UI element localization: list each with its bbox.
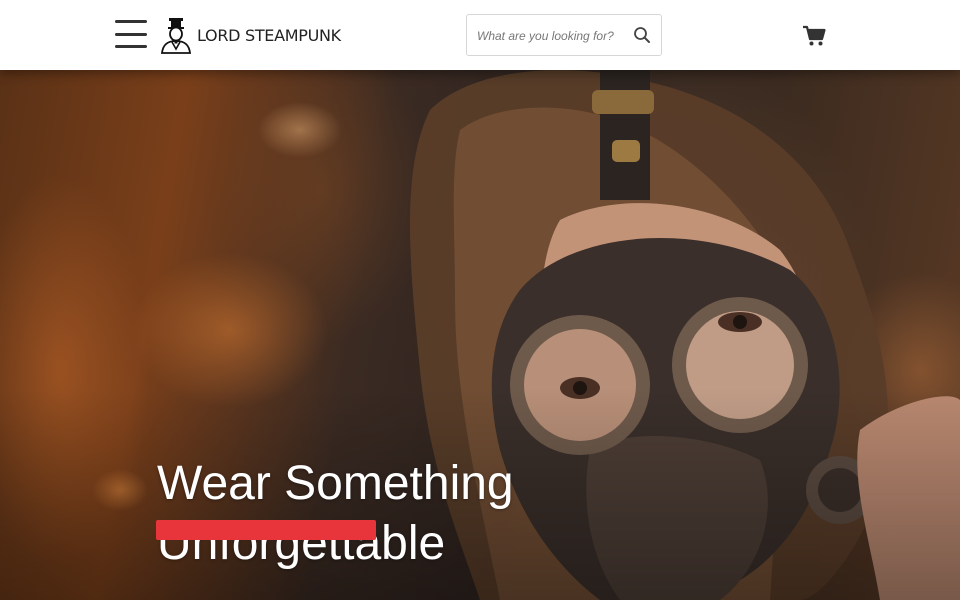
site-logo[interactable]: LORD STEAMPUNK: [158, 16, 341, 54]
hero-cta-button[interactable]: [156, 520, 376, 540]
logo-text: LORD STEAMPUNK: [197, 25, 341, 45]
search-box: [466, 14, 662, 56]
hamburger-menu-icon[interactable]: [115, 20, 147, 48]
search-icon[interactable]: [633, 26, 651, 44]
hero-title: Wear Something Unforgettable: [157, 457, 514, 570]
search-input[interactable]: [477, 23, 627, 49]
shopping-cart-icon[interactable]: [802, 25, 826, 47]
top-hat-gentleman-icon: [160, 18, 192, 54]
site-header: LORD STEAMPUNK: [0, 0, 960, 70]
hero-banner: Wear Something Unforgettable: [0, 70, 960, 600]
